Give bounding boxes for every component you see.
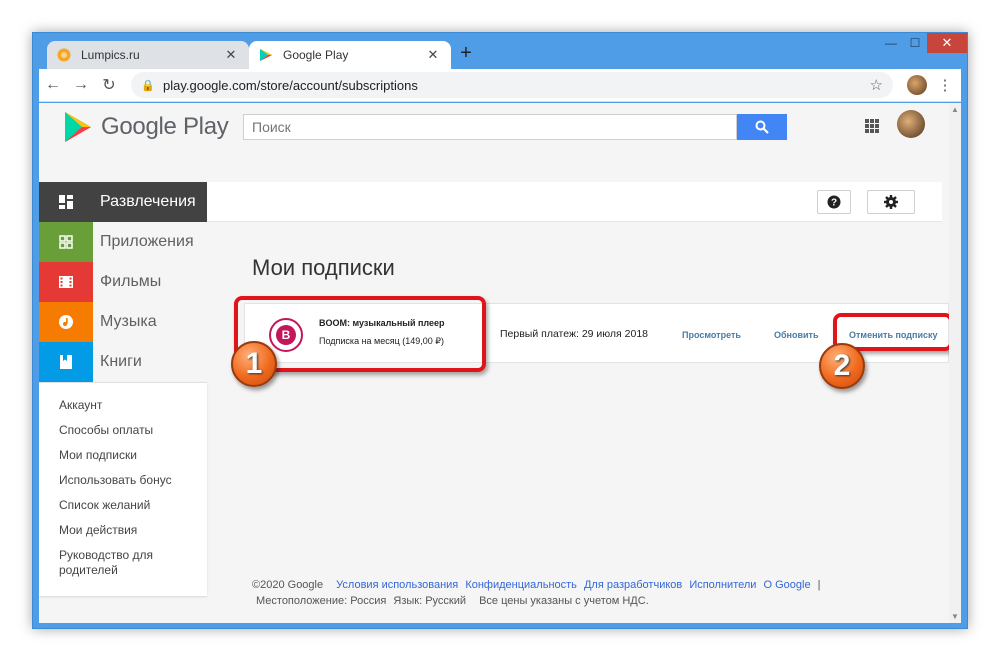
copyright: ©2020 Google bbox=[252, 579, 324, 591]
main-toolbar-strip: ? bbox=[207, 182, 942, 222]
footer-location: Местоположение: Россия bbox=[256, 595, 387, 607]
search-icon bbox=[755, 120, 769, 134]
link-parent-guide[interactable]: Руководство для родителей bbox=[39, 548, 207, 578]
tab-strip: Lumpics.ru ✕ Google Play ✕ + — ☐ ✕ bbox=[33, 33, 967, 69]
footer-language: Язык: Русский bbox=[393, 595, 467, 607]
music-icon bbox=[39, 302, 93, 342]
page-scrollbar[interactable]: ▲ ▼ bbox=[949, 103, 961, 623]
step-badge-1: 1 bbox=[231, 341, 277, 387]
gear-icon bbox=[884, 195, 898, 209]
help-icon: ? bbox=[827, 195, 841, 209]
first-payment-date: Первый платеж: 29 июля 2018 bbox=[500, 328, 649, 340]
account-links: Аккаунт Способы оплаты Мои подписки Испо… bbox=[39, 382, 207, 596]
left-navigation: Развлечения Приложения Фильмы Музыка Кни… bbox=[39, 182, 207, 596]
page-title: Мои подписки bbox=[252, 255, 395, 280]
back-arrow-icon[interactable]: ← bbox=[39, 76, 67, 94]
tab-close-icon[interactable]: ✕ bbox=[425, 47, 441, 63]
url-text: play.google.com/store/account/subscripti… bbox=[163, 77, 418, 93]
account-avatar[interactable] bbox=[897, 110, 925, 138]
tab-lumpics[interactable]: Lumpics.ru ✕ bbox=[47, 41, 249, 69]
nav-label: Музыка bbox=[100, 313, 157, 330]
link-wishlist[interactable]: Список желаний bbox=[39, 498, 207, 513]
nav-label: Книги bbox=[100, 353, 142, 370]
film-icon bbox=[39, 262, 93, 302]
browser-profile-avatar[interactable] bbox=[907, 75, 927, 95]
footer-link-artists[interactable]: Исполнители bbox=[689, 579, 756, 591]
maximize-button[interactable]: ☐ bbox=[903, 33, 927, 53]
nav-label: Приложения bbox=[100, 233, 194, 250]
store-search bbox=[243, 114, 787, 140]
link-my-subscriptions[interactable]: Мои подписки bbox=[39, 448, 207, 463]
page-content: Google Play Развлечения bbox=[39, 103, 961, 623]
scroll-down-arrow-icon[interactable]: ▼ bbox=[951, 612, 959, 621]
google-play-logo-text: Google Play bbox=[101, 113, 229, 140]
nav-movies[interactable]: Фильмы bbox=[39, 262, 207, 302]
footer-line-1: ©2020 Google Условия использования Конфи… bbox=[252, 577, 821, 593]
nav-apps[interactable]: Приложения bbox=[39, 222, 207, 262]
google-play-logo[interactable]: Google Play bbox=[63, 111, 229, 143]
footer-link-privacy[interactable]: Конфиденциальность bbox=[465, 579, 577, 591]
forward-arrow-icon[interactable]: → bbox=[67, 76, 95, 94]
settings-button[interactable] bbox=[867, 190, 915, 214]
google-play-logo-icon bbox=[65, 112, 91, 142]
link-redeem[interactable]: Использовать бонус bbox=[39, 473, 207, 488]
tab-title: Google Play bbox=[283, 48, 349, 62]
lock-icon: 🔒 bbox=[141, 79, 155, 92]
nav-entertainment[interactable]: Развлечения bbox=[39, 182, 207, 222]
search-button[interactable] bbox=[737, 114, 787, 140]
google-play-favicon-icon bbox=[260, 49, 272, 61]
nav-label: Развлечения bbox=[100, 193, 196, 210]
browser-menu-icon[interactable]: ⋮ bbox=[935, 76, 955, 94]
footer-link-developers[interactable]: Для разработчиков bbox=[584, 579, 682, 591]
tab-close-icon[interactable]: ✕ bbox=[223, 47, 239, 63]
bookmark-star-icon[interactable]: ☆ bbox=[870, 76, 883, 94]
footer-link-terms[interactable]: Условия использования bbox=[336, 579, 458, 591]
window-controls: — ☐ ✕ bbox=[879, 33, 967, 53]
entertainment-icon bbox=[39, 182, 93, 222]
link-account[interactable]: Аккаунт bbox=[39, 398, 207, 413]
help-button[interactable]: ? bbox=[817, 190, 851, 214]
reload-icon[interactable]: ↻ bbox=[95, 75, 123, 95]
tab-google-play[interactable]: Google Play ✕ bbox=[249, 41, 451, 69]
new-tab-button[interactable]: + bbox=[457, 42, 475, 64]
footer-line-2: Местоположение: Россия Язык: Русский Все… bbox=[256, 593, 821, 609]
address-bar[interactable]: 🔒 play.google.com/store/account/subscrip… bbox=[131, 72, 893, 98]
svg-text:?: ? bbox=[831, 198, 837, 209]
browser-window: Lumpics.ru ✕ Google Play ✕ + — ☐ ✕ ← → ↻… bbox=[32, 32, 968, 629]
nav-books[interactable]: Книги bbox=[39, 342, 207, 382]
scroll-up-arrow-icon[interactable]: ▲ bbox=[951, 105, 959, 114]
tab-title: Lumpics.ru bbox=[81, 48, 140, 62]
footer: ©2020 Google Условия использования Конфи… bbox=[252, 577, 821, 609]
apps-icon bbox=[39, 222, 93, 262]
link-my-activity[interactable]: Мои действия bbox=[39, 523, 207, 538]
footer-prices: Все цены указаны с учетом НДС. bbox=[479, 595, 649, 607]
minimize-button[interactable]: — bbox=[879, 33, 903, 53]
nav-music[interactable]: Музыка bbox=[39, 302, 207, 342]
store-header: Google Play bbox=[39, 103, 949, 149]
link-payment-methods[interactable]: Способы оплаты bbox=[39, 423, 207, 438]
browser-toolbar: ← → ↻ 🔒 play.google.com/store/account/su… bbox=[39, 69, 961, 102]
lumpics-favicon-icon bbox=[57, 48, 71, 62]
close-window-button[interactable]: ✕ bbox=[927, 33, 967, 53]
view-button[interactable]: Просмотреть bbox=[682, 330, 741, 340]
footer-separator: | bbox=[817, 579, 821, 591]
footer-link-about[interactable]: О Google bbox=[763, 579, 810, 591]
search-input[interactable] bbox=[243, 114, 737, 140]
step-badge-2: 2 bbox=[819, 343, 865, 389]
apps-grid-icon[interactable] bbox=[865, 119, 879, 133]
nav-label: Фильмы bbox=[100, 273, 162, 290]
update-button[interactable]: Обновить bbox=[774, 330, 819, 340]
book-icon bbox=[39, 342, 93, 382]
